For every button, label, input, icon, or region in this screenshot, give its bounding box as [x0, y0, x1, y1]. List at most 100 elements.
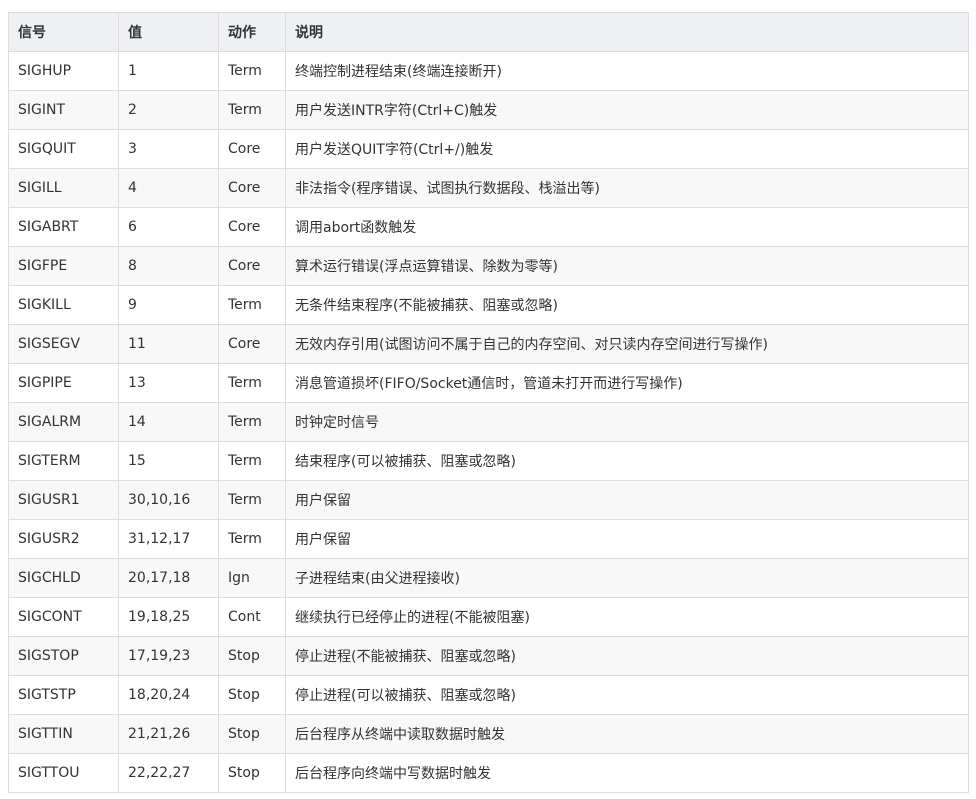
cell-action: Term: [218, 402, 286, 442]
cell-description: 用户保留: [285, 480, 969, 520]
cell-description: 终端控制进程结束(终端连接断开): [285, 51, 969, 91]
cell-signal: SIGFPE: [8, 246, 119, 286]
cell-description: 用户发送QUIT字符(Ctrl+/)触发: [285, 129, 969, 169]
table-row: SIGTERM 15 Term 结束程序(可以被捕获、阻塞或忽略): [8, 441, 969, 481]
cell-action: Term: [218, 51, 286, 91]
table-row: SIGCHLD 20,17,18 Ign 子进程结束(由父进程接收): [8, 558, 969, 598]
table-row: SIGILL 4 Core 非法指令(程序错误、试图执行数据段、栈溢出等): [8, 168, 969, 208]
cell-signal: SIGTTIN: [8, 714, 119, 754]
cell-signal: SIGALRM: [8, 402, 119, 442]
cell-value: 30,10,16: [118, 480, 219, 520]
signal-table-container: 信号 值 动作 说明 SIGHUP 1 Term 终端控制进程结束(终端连接断开) SI…: [8, 12, 969, 793]
cell-description: 非法指令(程序错误、试图执行数据段、栈溢出等): [285, 168, 969, 208]
cell-signal: SIGILL: [8, 168, 119, 208]
signal-table: 信号 值 动作 说明 SIGHUP 1 Term 终端控制进程结束(终端连接断开) SI…: [8, 12, 969, 793]
cell-description: 停止进程(不能被捕获、阻塞或忽略): [285, 636, 969, 676]
cell-description: 算术运行错误(浮点运算错误、除数为零等): [285, 246, 969, 286]
cell-action: Term: [218, 519, 286, 559]
cell-signal: SIGTERM: [8, 441, 119, 481]
cell-signal: SIGSEGV: [8, 324, 119, 364]
cell-signal: SIGQUIT: [8, 129, 119, 169]
table-row: SIGSTOP 17,19,23 Stop 停止进程(不能被捕获、阻塞或忽略): [8, 636, 969, 676]
cell-value: 3: [118, 129, 219, 169]
cell-value: 2: [118, 90, 219, 130]
cell-signal: SIGUSR2: [8, 519, 119, 559]
header-value: 值: [118, 12, 219, 52]
cell-value: 14: [118, 402, 219, 442]
table-row: SIGUSR1 30,10,16 Term 用户保留: [8, 480, 969, 520]
table-row: SIGALRM 14 Term 时钟定时信号: [8, 402, 969, 442]
cell-action: Core: [218, 207, 286, 247]
cell-action: Ign: [218, 558, 286, 598]
cell-value: 6: [118, 207, 219, 247]
cell-description: 用户保留: [285, 519, 969, 559]
table-row: SIGINT 2 Term 用户发送INTR字符(Ctrl+C)触发: [8, 90, 969, 130]
cell-signal: SIGHUP: [8, 51, 119, 91]
table-body: SIGHUP 1 Term 终端控制进程结束(终端连接断开) SIGINT 2 Term 用户…: [8, 51, 969, 793]
cell-description: 时钟定时信号: [285, 402, 969, 442]
cell-signal: SIGCHLD: [8, 558, 119, 598]
cell-signal: SIGSTOP: [8, 636, 119, 676]
cell-action: Core: [218, 246, 286, 286]
table-row: SIGCONT 19,18,25 Cont 继续执行已经停止的进程(不能被阻塞): [8, 597, 969, 637]
cell-action: Term: [218, 441, 286, 481]
cell-description: 用户发送INTR字符(Ctrl+C)触发: [285, 90, 969, 130]
cell-signal: SIGKILL: [8, 285, 119, 325]
cell-signal: SIGCONT: [8, 597, 119, 637]
table-row: SIGSEGV 11 Core 无效内存引用(试图访问不属于自己的内存空间、对只读内存…: [8, 324, 969, 364]
cell-signal: SIGABRT: [8, 207, 119, 247]
table-row: SIGQUIT 3 Core 用户发送QUIT字符(Ctrl+/)触发: [8, 129, 969, 169]
table-row: SIGKILL 9 Term 无条件结束程序(不能被捕获、阻塞或忽略): [8, 285, 969, 325]
cell-value: 22,22,27: [118, 753, 219, 793]
cell-description: 子进程结束(由父进程接收): [285, 558, 969, 598]
cell-value: 9: [118, 285, 219, 325]
cell-description: 后台程序从终端中读取数据时触发: [285, 714, 969, 754]
table-row: SIGTSTP 18,20,24 Stop 停止进程(可以被捕获、阻塞或忽略): [8, 675, 969, 715]
cell-value: 17,19,23: [118, 636, 219, 676]
cell-action: Stop: [218, 753, 286, 793]
cell-action: Core: [218, 129, 286, 169]
cell-description: 结束程序(可以被捕获、阻塞或忽略): [285, 441, 969, 481]
cell-description: 继续执行已经停止的进程(不能被阻塞): [285, 597, 969, 637]
header-row: 信号 值 动作 说明: [8, 12, 969, 52]
cell-value: 18,20,24: [118, 675, 219, 715]
table-row: SIGTTOU 22,22,27 Stop 后台程序向终端中写数据时触发: [8, 753, 969, 793]
cell-signal: SIGINT: [8, 90, 119, 130]
cell-value: 21,21,26: [118, 714, 219, 754]
cell-signal: SIGPIPE: [8, 363, 119, 403]
cell-value: 11: [118, 324, 219, 364]
cell-description: 消息管道损坏(FIFO/Socket通信时，管道未打开而进行写操作): [285, 363, 969, 403]
cell-value: 19,18,25: [118, 597, 219, 637]
cell-description: 调用abort函数触发: [285, 207, 969, 247]
cell-value: 8: [118, 246, 219, 286]
cell-action: Stop: [218, 714, 286, 754]
cell-action: Core: [218, 168, 286, 208]
cell-value: 13: [118, 363, 219, 403]
cell-description: 无条件结束程序(不能被捕获、阻塞或忽略): [285, 285, 969, 325]
cell-action: Cont: [218, 597, 286, 637]
cell-signal: SIGUSR1: [8, 480, 119, 520]
header-action: 动作: [218, 12, 286, 52]
cell-value: 4: [118, 168, 219, 208]
header-description: 说明: [285, 12, 969, 52]
table-row: SIGHUP 1 Term 终端控制进程结束(终端连接断开): [8, 51, 969, 91]
cell-description: 无效内存引用(试图访问不属于自己的内存空间、对只读内存空间进行写操作): [285, 324, 969, 364]
table-row: SIGUSR2 31,12,17 Term 用户保留: [8, 519, 969, 559]
cell-description: 停止进程(可以被捕获、阻塞或忽略): [285, 675, 969, 715]
cell-signal: SIGTTOU: [8, 753, 119, 793]
cell-action: Term: [218, 90, 286, 130]
table-row: SIGFPE 8 Core 算术运行错误(浮点运算错误、除数为零等): [8, 246, 969, 286]
cell-value: 20,17,18: [118, 558, 219, 598]
cell-action: Term: [218, 363, 286, 403]
cell-action: Stop: [218, 675, 286, 715]
cell-value: 15: [118, 441, 219, 481]
cell-action: Stop: [218, 636, 286, 676]
cell-action: Core: [218, 324, 286, 364]
header-signal: 信号: [8, 12, 119, 52]
table-row: SIGTTIN 21,21,26 Stop 后台程序从终端中读取数据时触发: [8, 714, 969, 754]
cell-action: Term: [218, 285, 286, 325]
cell-description: 后台程序向终端中写数据时触发: [285, 753, 969, 793]
table-header: 信号 值 动作 说明: [8, 12, 969, 52]
table-row: SIGPIPE 13 Term 消息管道损坏(FIFO/Socket通信时，管道未打开…: [8, 363, 969, 403]
cell-value: 1: [118, 51, 219, 91]
